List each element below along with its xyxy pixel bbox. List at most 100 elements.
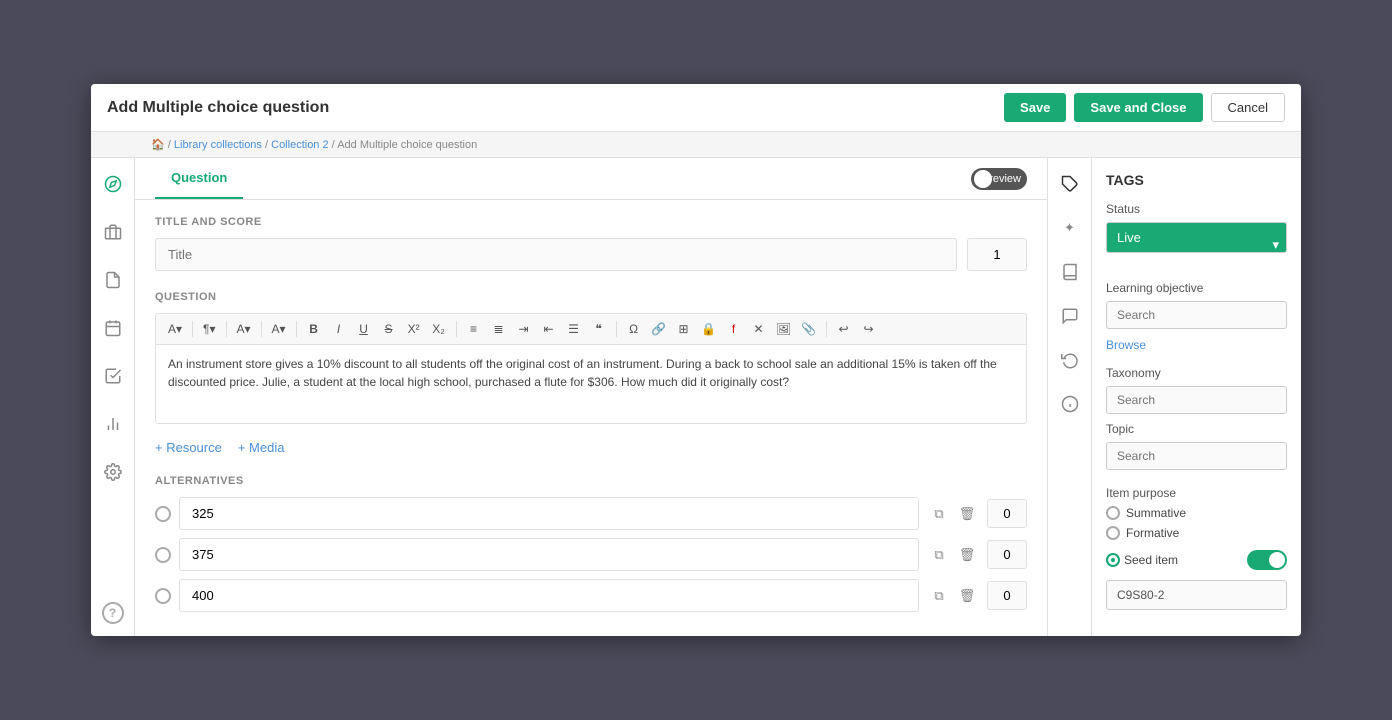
- summative-radio[interactable]: [1106, 506, 1120, 520]
- sep1: [192, 321, 193, 337]
- formative-radio[interactable]: [1106, 526, 1120, 540]
- alternatives-section-label: ALTERNATIVES: [155, 475, 1027, 487]
- right-icon-bar: ✦: [1047, 158, 1091, 636]
- alt-input-2[interactable]: [179, 579, 919, 612]
- sidebar-icon-chart[interactable]: [99, 410, 127, 438]
- alt-input-0[interactable]: [179, 497, 919, 530]
- right-icon-tag[interactable]: [1056, 170, 1084, 198]
- question-section: QUESTION A▾ ¶▾ A▾ A▾ B I U S: [155, 291, 1027, 424]
- formative-label: Formative: [1126, 526, 1179, 540]
- alt-copy-2[interactable]: ⧉: [927, 584, 951, 608]
- seed-item-row: Seed item: [1106, 550, 1287, 570]
- toolbar-format[interactable]: ¶▾: [199, 320, 219, 338]
- alt-radio-1[interactable]: [155, 547, 171, 563]
- toolbar-attachment[interactable]: 📎: [798, 318, 820, 340]
- alt-copy-0[interactable]: ⧉: [927, 502, 951, 526]
- breadcrumb-home[interactable]: 🏠: [151, 139, 165, 151]
- title-input[interactable]: [155, 238, 957, 271]
- toolbar-strikethrough[interactable]: S: [378, 318, 400, 340]
- alt-actions-2: ⧉ 🗑: [927, 584, 979, 608]
- toolbar-redo[interactable]: ↪: [858, 318, 880, 340]
- right-icon-history[interactable]: [1056, 346, 1084, 374]
- toolbar-formula[interactable]: f: [723, 318, 745, 340]
- alt-input-1[interactable]: [179, 538, 919, 571]
- status-select[interactable]: Live Draft Review: [1106, 222, 1287, 253]
- save-close-button[interactable]: Save and Close: [1074, 93, 1202, 122]
- sidebar-icon-checklist[interactable]: [99, 362, 127, 390]
- breadcrumb-collection[interactable]: Collection 2: [271, 139, 328, 151]
- toolbar-bold[interactable]: B: [303, 318, 325, 340]
- toolbar-color[interactable]: A▾: [268, 320, 290, 338]
- seed-id-input[interactable]: [1106, 580, 1287, 610]
- topic-search[interactable]: [1106, 442, 1287, 470]
- seed-toggle[interactable]: [1247, 550, 1287, 570]
- learning-objective-search[interactable]: [1106, 301, 1287, 329]
- toolbar-ul[interactable]: ≡: [463, 318, 485, 340]
- status-select-wrapper: Live Draft Review: [1106, 222, 1287, 267]
- tab-question[interactable]: Question: [155, 158, 243, 199]
- toolbar-image[interactable]: 🖼: [773, 318, 795, 340]
- right-icon-book[interactable]: [1056, 258, 1084, 286]
- sep7: [826, 321, 827, 337]
- formative-option[interactable]: Formative: [1106, 526, 1287, 540]
- toolbar-font-size[interactable]: A▾: [233, 320, 255, 338]
- table-row: ⧉ 🗑: [155, 497, 1027, 530]
- toolbar-special-char[interactable]: Ω: [623, 318, 645, 340]
- media-button[interactable]: + Media: [238, 440, 285, 455]
- sidebar-icon-bank[interactable]: [99, 218, 127, 246]
- topic-label: Topic: [1106, 422, 1287, 436]
- alt-score-2[interactable]: [987, 581, 1027, 610]
- alt-delete-0[interactable]: 🗑: [955, 502, 979, 526]
- toolbar-subscript[interactable]: X₂: [428, 318, 450, 340]
- toolbar-blockquote[interactable]: ❝: [588, 318, 610, 340]
- resource-button[interactable]: + Resource: [155, 440, 222, 455]
- toolbar-indent[interactable]: ⇥: [513, 318, 535, 340]
- preview-toggle[interactable]: Preview: [971, 168, 1027, 190]
- alt-delete-2[interactable]: 🗑: [955, 584, 979, 608]
- help-icon[interactable]: ?: [102, 602, 124, 624]
- score-input[interactable]: [967, 238, 1027, 271]
- alt-score-0[interactable]: [987, 499, 1027, 528]
- resource-media-row: + Resource + Media: [155, 440, 1027, 455]
- toolbar-undo[interactable]: ↩: [833, 318, 855, 340]
- toolbar-lock[interactable]: 🔒: [698, 318, 720, 340]
- toolbar-italic[interactable]: I: [328, 318, 350, 340]
- alt-copy-1[interactable]: ⧉: [927, 543, 951, 567]
- right-icon-info[interactable]: [1056, 390, 1084, 418]
- save-button[interactable]: Save: [1004, 93, 1066, 122]
- seed-toggle-knob: [1269, 552, 1285, 568]
- right-icon-sparkle[interactable]: ✦: [1056, 214, 1084, 242]
- right-icon-chat[interactable]: [1056, 302, 1084, 330]
- alt-delete-1[interactable]: 🗑: [955, 543, 979, 567]
- sidebar-icon-document[interactable]: [99, 266, 127, 294]
- modal-body: ? Question Preview TITLE AND SCORE: [91, 158, 1301, 636]
- alt-score-1[interactable]: [987, 540, 1027, 569]
- toolbar-strikeout[interactable]: ✕: [748, 318, 770, 340]
- alt-radio-0[interactable]: [155, 506, 171, 522]
- cancel-button[interactable]: Cancel: [1211, 93, 1285, 122]
- alt-actions-0: ⧉ 🗑: [927, 502, 979, 526]
- browse-link[interactable]: Browse: [1106, 338, 1146, 352]
- toolbar-underline[interactable]: U: [353, 318, 375, 340]
- toolbar-font[interactable]: A▾: [164, 320, 186, 338]
- toolbar-align[interactable]: ☰: [563, 318, 585, 340]
- alt-radio-2[interactable]: [155, 588, 171, 604]
- help-icon-container: ?: [102, 602, 124, 624]
- seed-item-text: Seed item: [1124, 553, 1178, 567]
- toolbar-superscript[interactable]: X²: [403, 318, 425, 340]
- summative-option[interactable]: Summative: [1106, 506, 1287, 520]
- toolbar-ol[interactable]: ≣: [488, 318, 510, 340]
- question-editor-body[interactable]: An instrument store gives a 10% discount…: [155, 344, 1027, 424]
- question-tabs: Question Preview: [135, 158, 1047, 200]
- sidebar-icon-compass[interactable]: [99, 170, 127, 198]
- toolbar-link[interactable]: 🔗: [648, 318, 670, 340]
- title-score-section-label: TITLE AND SCORE: [155, 216, 1027, 228]
- toolbar-outdent[interactable]: ⇤: [538, 318, 560, 340]
- preview-switch[interactable]: Preview: [971, 168, 1027, 190]
- toolbar-table[interactable]: ⊞: [673, 318, 695, 340]
- sidebar-icon-settings[interactable]: [99, 458, 127, 486]
- breadcrumb-library[interactable]: Library collections: [174, 139, 262, 151]
- sidebar-icon-calendar[interactable]: [99, 314, 127, 342]
- item-purpose-label: Item purpose: [1106, 486, 1287, 500]
- taxonomy-search[interactable]: [1106, 386, 1287, 414]
